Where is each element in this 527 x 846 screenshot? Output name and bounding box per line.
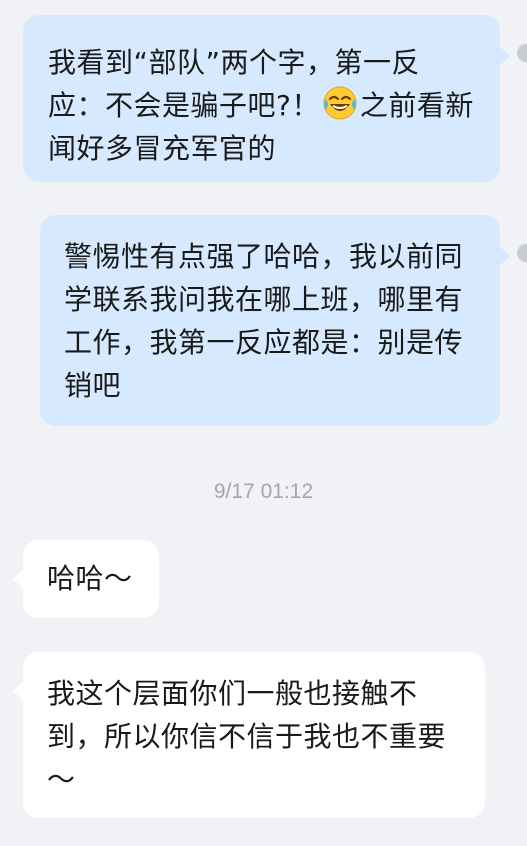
chat-view: 我看到“部队”两个字，第一反应：不会是骗子吧?！ 之前看新闻好多冒充军官的 警惕… xyxy=(0,0,527,846)
message-bubble-incoming[interactable]: 我这个层面你们一般也接触不到，所以你信不信于我也不重要～ xyxy=(13,652,485,818)
message-timestamp: 9/17 01:12 xyxy=(213,480,314,503)
bubble-tail xyxy=(500,247,510,265)
bubble-tail xyxy=(13,682,23,700)
avatar[interactable] xyxy=(517,44,527,62)
bubble-tail xyxy=(13,570,23,588)
avatar[interactable] xyxy=(517,244,527,262)
face-with-tears-of-joy-icon xyxy=(322,85,358,121)
message-bubble-outgoing[interactable]: 我看到“部队”两个字，第一反应：不会是骗子吧?！ 之前看新闻好多冒充军官的 xyxy=(23,15,510,182)
bubble-tail xyxy=(500,47,510,65)
message-bubble-outgoing[interactable]: 警惕性有点强了哈哈，我以前同学联系我问我在哪上班，哪里有工作，我第一反应都是：别… xyxy=(40,215,510,426)
message-text: 我这个层面你们一般也接触不到，所以你信不信于我也不重要～ xyxy=(47,677,447,796)
message-bubble-incoming[interactable]: 哈哈～ xyxy=(13,540,159,618)
message-text: 警惕性有点强了哈哈，我以前同学联系我问我在哪上班，哪里有工作，我第一反应都是：别… xyxy=(64,240,464,402)
message-text: 哈哈～ xyxy=(47,562,133,595)
